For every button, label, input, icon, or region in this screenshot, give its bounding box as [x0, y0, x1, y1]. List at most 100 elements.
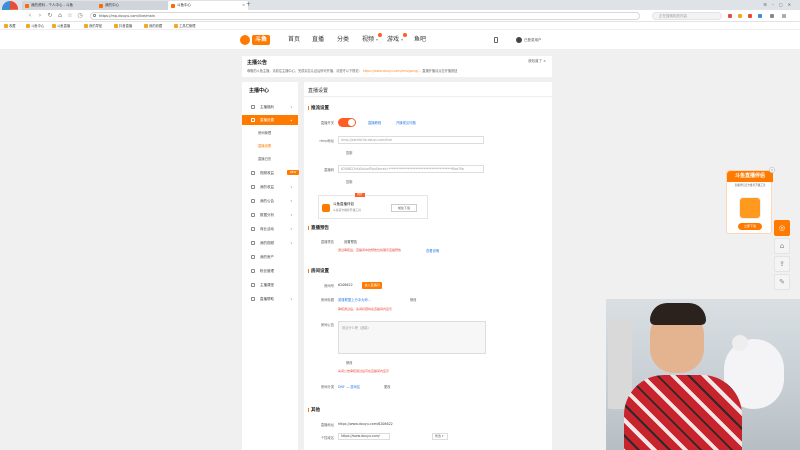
bookmark-item[interactable]: 我的收藏 — [144, 23, 162, 29]
bookmark-item[interactable]: 收藏 — [4, 23, 16, 29]
sidebar-item-business[interactable]: 商业活动 ▾ — [242, 224, 298, 234]
bookmark-item[interactable]: 抖音直播 — [114, 23, 132, 29]
change-category-button[interactable]: 更改 — [384, 384, 390, 389]
announcement-title: 主播公告 — [247, 60, 268, 66]
search-placeholder: 正在搜索相关内容 — [659, 14, 687, 18]
sidebar-item-property[interactable]: 我的房产 — [242, 252, 298, 262]
app-promo-title: 斗鱼直播伴侣 — [727, 171, 773, 182]
share-icon[interactable]: ⇪ — [774, 256, 790, 272]
feedback-icon[interactable]: ✎ — [774, 274, 790, 290]
new-tab-button[interactable]: + — [246, 0, 251, 10]
sidebar-item-benefits[interactable]: 主播福利 ▾ — [242, 102, 298, 112]
announcement-panel: 主播公告 尊敬的斗鱼主播，请前往主播中心，完成实名认证后即可开播，请遵守以下规范… — [242, 56, 552, 77]
browser-search-input[interactable]: 正在搜索相关内容 — [652, 12, 722, 20]
avatar[interactable] — [516, 37, 522, 43]
nav-home[interactable]: 首页 — [288, 36, 300, 44]
sidebar-subitem-live-settings[interactable]: 直播设置 — [242, 141, 298, 151]
sidebar-item-guild[interactable]: 我的公会 ▾ — [242, 196, 298, 206]
chevron-down-icon: ▾ — [290, 227, 292, 231]
preview-help-link[interactable]: 查看说明 — [426, 248, 439, 253]
settings-icon[interactable] — [782, 14, 786, 18]
copy-stream-code-button[interactable]: 复制 — [346, 179, 352, 184]
sidebar-item-classroom[interactable]: 主播课堂 — [242, 280, 298, 290]
stream-code-field[interactable]: 6208622rKs5sIuxfTwxSecret=**************… — [338, 165, 484, 173]
bookmark-item[interactable]: 斗鱼中心 — [26, 23, 44, 29]
bookmark-item[interactable]: 我的导航 — [84, 23, 102, 29]
window-controls[interactable]: ☰–▢✕ — [763, 0, 796, 10]
nav-video[interactable]: 视频 ▾ — [362, 33, 382, 44]
room-category-value: DNF — 游戏区 — [338, 385, 361, 389]
site-header: 斗鱼 首页 直播 分类 视频 ▾ 游戏 ▾ 鱼吧 已登录用户 — [0, 30, 800, 50]
sidebar-item-help[interactable]: 直播帮助 ▾ — [242, 294, 298, 304]
sidebar-item-analytics[interactable]: 数据分析 ▾ — [242, 210, 298, 220]
enter-room-button[interactable]: 进入直播间 — [362, 282, 382, 289]
extension-icon[interactable] — [758, 14, 762, 18]
browser-tab[interactable]: 我的中心× — [96, 1, 176, 10]
browser-tab[interactable]: 我的资料 - 个人中心 - 斗鱼× — [22, 1, 102, 10]
room-notice-warning: 房间公告审核通过后可在直播间内显示 — [338, 369, 390, 373]
nav-live[interactable]: 直播 — [312, 36, 324, 44]
live-faq-link[interactable]: 开播常见问题 — [396, 120, 416, 125]
house-icon — [251, 255, 255, 259]
chevron-down-icon: ▾ — [290, 213, 292, 217]
announcement-close-button[interactable]: 我知道了 × — [528, 59, 546, 64]
sidebar-item-live-settings[interactable]: 直播设置 ▴ — [242, 115, 298, 125]
copy-rtmp-button[interactable]: 复制 — [346, 150, 352, 155]
sidebar-item-income[interactable]: 我的收益 ▾ — [242, 182, 298, 192]
mobile-icon[interactable] — [494, 37, 498, 43]
history-icon[interactable]: ◷ — [76, 12, 84, 20]
rtmp-url-field[interactable]: rtmp://sendtc3a.douyu.com/live — [338, 136, 484, 144]
edit-room-notice-button[interactable]: 修改 — [346, 360, 352, 365]
help-icon — [251, 297, 255, 301]
back-icon[interactable]: ‹ — [26, 12, 34, 20]
app-download-button[interactable]: 立即下载 — [738, 223, 762, 230]
sidebar-subitem-calendar[interactable]: 直播日历 — [242, 154, 298, 164]
live-url-value: https://www.douyu.com/6208622 — [338, 422, 393, 426]
sidebar-item-label: 我的视频 — [260, 241, 274, 245]
preview-status[interactable]: 设置预告 — [344, 239, 357, 244]
nav-category[interactable]: 分类 — [337, 36, 349, 44]
chat-icon[interactable]: ◎ — [774, 220, 790, 236]
close-tab-icon[interactable]: × — [242, 1, 245, 10]
extension-icon[interactable] — [748, 14, 752, 18]
extension-icon[interactable] — [728, 14, 732, 18]
short-url-edit-select[interactable]: 修改 ▾ — [432, 433, 448, 440]
home-icon[interactable]: ⌂ — [774, 238, 790, 254]
book-icon — [251, 283, 255, 287]
live-switch-toggle[interactable] — [338, 118, 356, 127]
sidebar-item-fans[interactable]: 粉丝管理 — [242, 266, 298, 276]
chevron-down-icon: ▾ — [375, 37, 378, 42]
sidebar-item-label: 商业活动 — [260, 227, 274, 231]
close-icon[interactable]: × — [769, 167, 775, 173]
nav-yuba[interactable]: 鱼吧 — [414, 36, 426, 44]
live-companion-name: 斗鱼直播伴侣 — [333, 202, 354, 206]
bookmark-item[interactable]: 工具栏管理 — [174, 23, 195, 29]
companion-download-button[interactable]: 前往下载 — [391, 204, 417, 212]
live-tutorial-link[interactable]: 直播教程 — [368, 120, 381, 125]
switch-label: 直播开关 — [320, 121, 334, 125]
room-title-warning: 审核通过后，房间标题将在直播间内显示 — [338, 307, 393, 311]
edit-room-title-button[interactable]: 修改 — [410, 297, 416, 302]
star-icon[interactable]: ☆ — [66, 12, 74, 20]
nav-games[interactable]: 游戏 ▾ — [387, 33, 407, 44]
bookmark-item[interactable]: 斗鱼直播 — [52, 23, 70, 29]
home-icon[interactable]: ⌂ — [56, 12, 64, 20]
room-category-label: 房间分类 — [320, 385, 334, 389]
room-title-value: 英雄联盟上分冲大师… — [338, 298, 371, 302]
sidebar-item-label: 我的公会 — [260, 199, 274, 203]
gift-icon — [251, 105, 255, 109]
douyu-logo[interactable]: 斗鱼 — [240, 34, 272, 46]
sidebar-item-videos[interactable]: 我的视频 ▾ — [242, 238, 298, 248]
refresh-icon[interactable]: ↻ — [46, 12, 54, 20]
nav-games-label: 游戏 — [387, 36, 400, 43]
forward-icon[interactable]: › — [36, 12, 44, 20]
room-notice-textarea[interactable]: 说点什么吧（选填） — [338, 321, 486, 354]
menu-icon[interactable] — [770, 14, 774, 18]
browser-tab-active[interactable]: 斗鱼中心 × — [168, 1, 248, 10]
announcement-link[interactable]: https://www.douyu.com/cms/gong/... — [363, 69, 421, 73]
sidebar-subitem-room[interactable]: 房间管理 — [242, 128, 298, 138]
short-url-field[interactable]: https://www.douyu.com/ — [338, 433, 390, 440]
header-username[interactable]: 已登录用户 — [524, 37, 542, 43]
address-bar[interactable]: https://mp.douyu.com/live/main — [90, 12, 640, 20]
extension-icon[interactable] — [738, 14, 742, 18]
